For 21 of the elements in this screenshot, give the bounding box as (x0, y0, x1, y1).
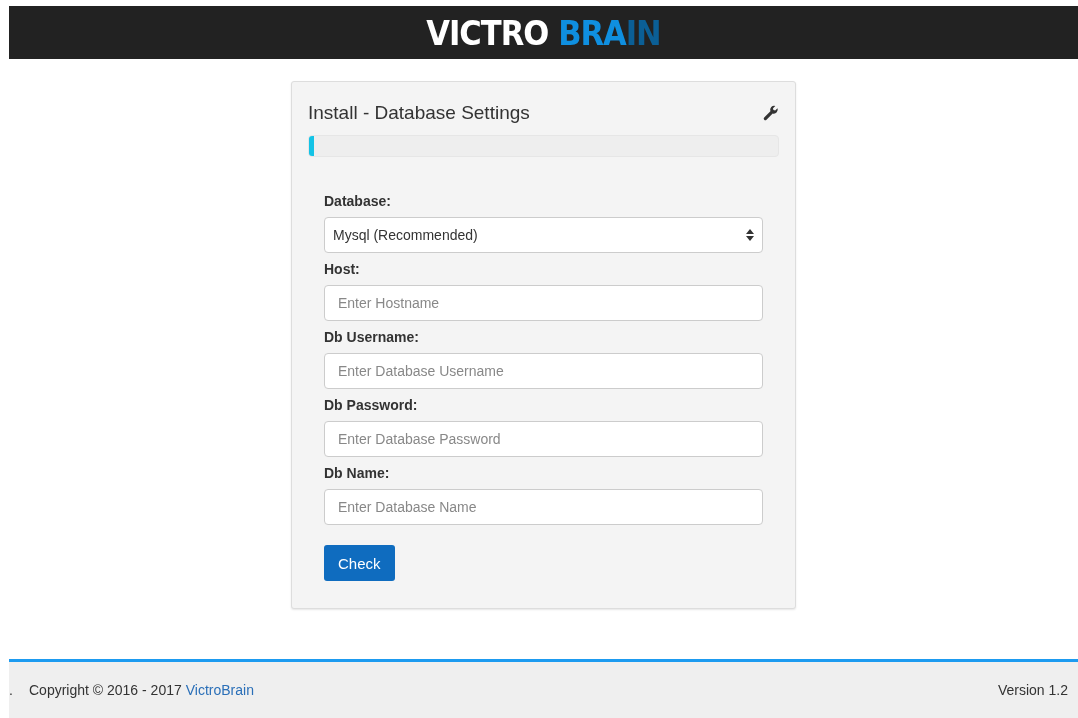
copyright-text: Copyright © 2016 - 2017 (29, 682, 182, 698)
victrobrain-link[interactable]: VictroBrain (185, 682, 254, 698)
footer-dot: . (9, 682, 14, 698)
field-label: Host: (324, 261, 361, 277)
wrench-icon (763, 105, 779, 121)
input-field[interactable]: Enter Hostname (324, 285, 763, 321)
updown-caret-icon (746, 229, 754, 241)
input-field[interactable]: Enter Database Username (324, 353, 763, 389)
logo-text: BRA (558, 12, 626, 53)
version-text: Version 1.2 (997, 682, 1068, 698)
field-label: Database: (324, 193, 392, 209)
field-label: Db Username: (324, 329, 420, 345)
field-label: Db Name: (324, 465, 391, 481)
card-title: Install - Database Settings (308, 102, 530, 124)
logo-text: VICTRO (426, 12, 549, 53)
check-button[interactable]: Check (324, 545, 395, 581)
logo-text: IN (625, 12, 661, 53)
field-label: Db Password: (324, 397, 419, 413)
input-field[interactable]: Enter Database Name (324, 489, 763, 525)
database-select[interactable]: Mysql (Recommended) (324, 217, 763, 253)
input-field[interactable]: Enter Database Password (324, 421, 763, 457)
